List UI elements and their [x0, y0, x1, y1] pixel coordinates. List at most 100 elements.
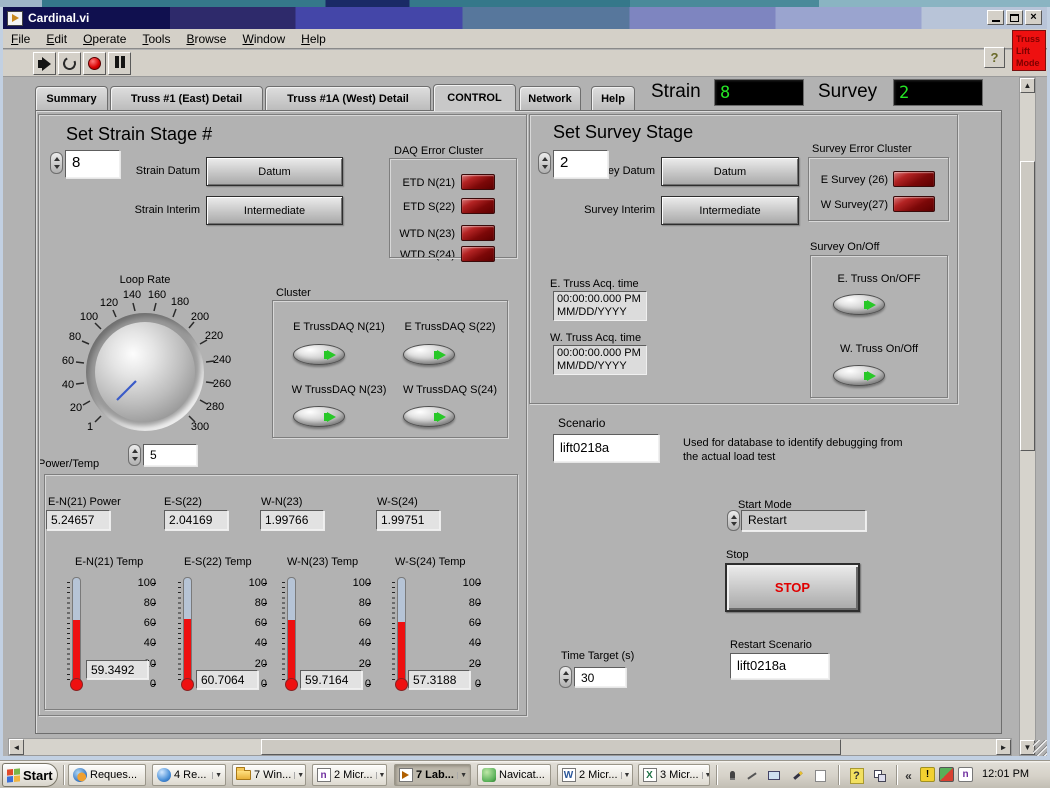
thermometer-fill [398, 622, 405, 682]
group-dropdown-icon[interactable]: ▼ [621, 772, 631, 779]
minimize-button[interactable] [987, 10, 1004, 25]
tray-alert-icon[interactable]: ! [920, 767, 935, 782]
w-truss-onoff-button[interactable] [833, 365, 885, 386]
start-mode-spinner[interactable] [727, 510, 740, 531]
group-dropdown-icon[interactable]: ▼ [457, 772, 467, 779]
loop-rate-input[interactable]: 5 [143, 444, 197, 466]
background-window-strip [0, 0, 1050, 7]
e-trussdaq-s22-button[interactable] [403, 344, 455, 365]
word-icon: W [562, 768, 576, 782]
strain-stage-spinner[interactable] [50, 152, 63, 174]
journal-pen-icon[interactable] [790, 767, 806, 784]
group-dropdown-icon[interactable]: ▼ [376, 772, 386, 779]
tab-control[interactable]: CONTROL [433, 84, 516, 111]
window-switcher-icon[interactable] [872, 767, 888, 784]
excel-icon: X [643, 768, 657, 782]
thermometer-tube [397, 577, 406, 683]
pause-button[interactable] [108, 52, 131, 75]
strain-stage-display: 8 [714, 79, 804, 106]
survey-stage-spinner[interactable] [538, 152, 551, 174]
strain-datum-button[interactable]: Datum [206, 157, 343, 186]
tab-help[interactable]: Help [591, 86, 635, 110]
e-truss-acq-time: 00:00:00.000 PMMM/DD/YYYY [553, 291, 647, 321]
tab-network[interactable]: Network [519, 86, 581, 110]
time-target-input[interactable]: 30 [574, 667, 626, 687]
horizontal-scrollbar[interactable]: ◄ ► [8, 738, 1012, 756]
loop-rate-spinner[interactable] [128, 444, 141, 466]
menu-tools[interactable]: Tools [134, 30, 178, 48]
tray-divider [896, 765, 898, 785]
tablet-screen-icon[interactable] [766, 767, 782, 784]
group-dropdown-icon[interactable]: ▼ [212, 772, 222, 779]
e-truss-onoff-button[interactable] [833, 294, 885, 315]
abort-button[interactable] [83, 52, 106, 75]
strain-interim-button[interactable]: Intermediate [206, 196, 343, 225]
language-bar-handwriting-icon[interactable] [744, 767, 760, 784]
vertical-scroll-thumb[interactable] [1020, 161, 1035, 451]
menu-browse[interactable]: Browse [178, 30, 234, 48]
taskbar-button-firefox[interactable]: Reques... [68, 764, 146, 786]
menu-file[interactable]: File [3, 30, 38, 48]
resize-grip[interactable] [1033, 740, 1047, 756]
stop-button[interactable]: STOP [725, 563, 860, 612]
survey-stage-input[interactable]: 2 [553, 150, 608, 178]
group-dropdown-icon[interactable]: ▼ [702, 772, 710, 779]
run-continuous-button[interactable] [58, 52, 81, 75]
close-button[interactable]: × [1025, 10, 1042, 25]
menu-operate[interactable]: Operate [75, 30, 134, 48]
tray-network-status-icon[interactable] [939, 767, 954, 782]
language-bar-microphone-icon[interactable] [724, 767, 740, 784]
green-arrow-icon [437, 412, 446, 422]
tab-summary[interactable]: Summary [35, 86, 108, 110]
scroll-left-button[interactable]: ◄ [9, 739, 24, 755]
vertical-scrollbar[interactable]: ▲ ▼ [1019, 77, 1036, 756]
daq-error-led-etd-n21 [461, 174, 495, 190]
context-help-button[interactable]: ? [984, 47, 1005, 68]
taskbar-button-onenote-group[interactable]: n 2 Micr...▼ [312, 764, 387, 786]
w-trussdaq-s24-button[interactable] [403, 406, 455, 427]
horizontal-scroll-thumb[interactable] [261, 739, 841, 755]
taskbar-button-windows-group[interactable]: 7 Win...▼ [232, 764, 306, 786]
restart-scenario-input[interactable]: lift0218a [730, 653, 829, 679]
taskbar-button-navicat[interactable]: Navicat... [477, 764, 551, 786]
maximize-button[interactable] [1006, 10, 1023, 25]
menu-edit[interactable]: Edit [38, 30, 75, 48]
survey-error-led-e26 [893, 171, 935, 187]
scenario-input[interactable]: lift0218a [553, 434, 659, 462]
menu-help[interactable]: Help [293, 30, 334, 48]
knob-tick: 160 [148, 289, 166, 301]
group-dropdown-icon[interactable]: ▼ [294, 772, 304, 779]
taskbar-button-word-group[interactable]: W 2 Micr...▼ [557, 764, 633, 786]
scroll-right-button[interactable]: ► [996, 739, 1011, 755]
run-button[interactable] [33, 52, 56, 75]
knob-tick: 260 [213, 378, 231, 390]
tab-truss1a-west[interactable]: Truss #1A (West) Detail [265, 86, 431, 110]
start-button[interactable]: Start [2, 763, 58, 787]
titlebar[interactable]: Cardinal.vi × [3, 7, 1047, 29]
w-trussdaq-n23-button[interactable] [293, 406, 345, 427]
taskbar-button-labview-group[interactable]: 7 Lab...▼ [394, 764, 471, 786]
taskbar-button-remote-group[interactable]: 4 Re...▼ [152, 764, 226, 786]
thermometer-wn23: 100 80 60 40 20 0 59.7164 [261, 575, 371, 697]
tab-truss1-east[interactable]: Truss #1 (East) Detail [110, 86, 263, 110]
taskbar-button-excel-group[interactable]: X 3 Micr...▼ [638, 764, 710, 786]
survey-interim-button[interactable]: Intermediate [661, 196, 799, 225]
e-trussdaq-n21-button[interactable] [293, 344, 345, 365]
taskbar-clock: 12:01 PM [982, 768, 1029, 780]
show-desktop-icon[interactable] [812, 767, 828, 784]
knob-tick: 220 [205, 330, 223, 342]
survey-datum-button[interactable]: Datum [661, 157, 799, 186]
help-icon[interactable]: ? [848, 767, 865, 784]
start-mode-field[interactable]: Restart [741, 510, 866, 531]
time-target-spinner[interactable] [559, 666, 572, 688]
hidden-icons-chevron[interactable]: « [902, 767, 915, 784]
temp-value: 57.3188 [408, 670, 470, 689]
loop-rate-knob[interactable]: 1 20 40 60 80 100 120 140 160 180 200 22… [55, 282, 235, 462]
loop-icon [61, 55, 78, 72]
toolbar [3, 50, 1047, 77]
strain-stage-input[interactable]: 8 [65, 150, 120, 178]
tray-onenote-icon[interactable]: n [958, 767, 973, 782]
menu-window[interactable]: Window [234, 30, 293, 48]
scroll-up-button[interactable]: ▲ [1020, 78, 1035, 93]
windows-flag-icon [7, 768, 20, 782]
